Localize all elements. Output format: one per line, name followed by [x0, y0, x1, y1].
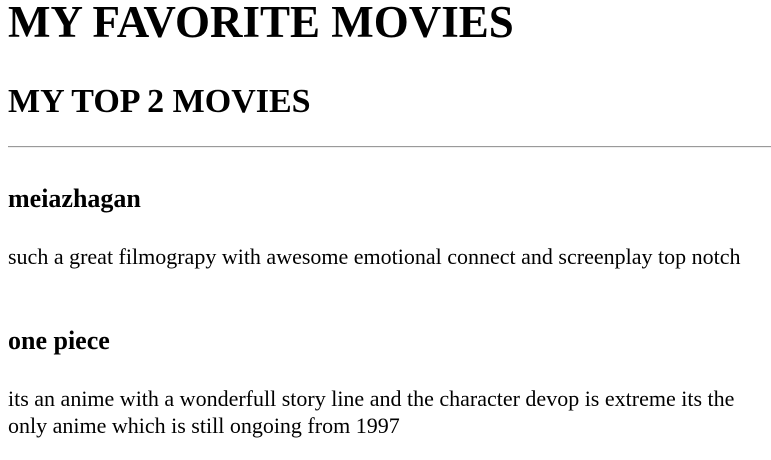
movie-description: such a great filmograpy with awesome emo…	[8, 244, 741, 269]
divider	[8, 146, 771, 148]
movie-title: one piece	[8, 326, 110, 355]
page-title: MY FAVORITE MOVIES	[8, 0, 514, 47]
movie-title: meiazhagan	[8, 184, 141, 213]
page-subtitle: MY TOP 2 MOVIES	[8, 83, 311, 120]
movie-description: its an anime with a wonderfull story lin…	[8, 386, 735, 438]
